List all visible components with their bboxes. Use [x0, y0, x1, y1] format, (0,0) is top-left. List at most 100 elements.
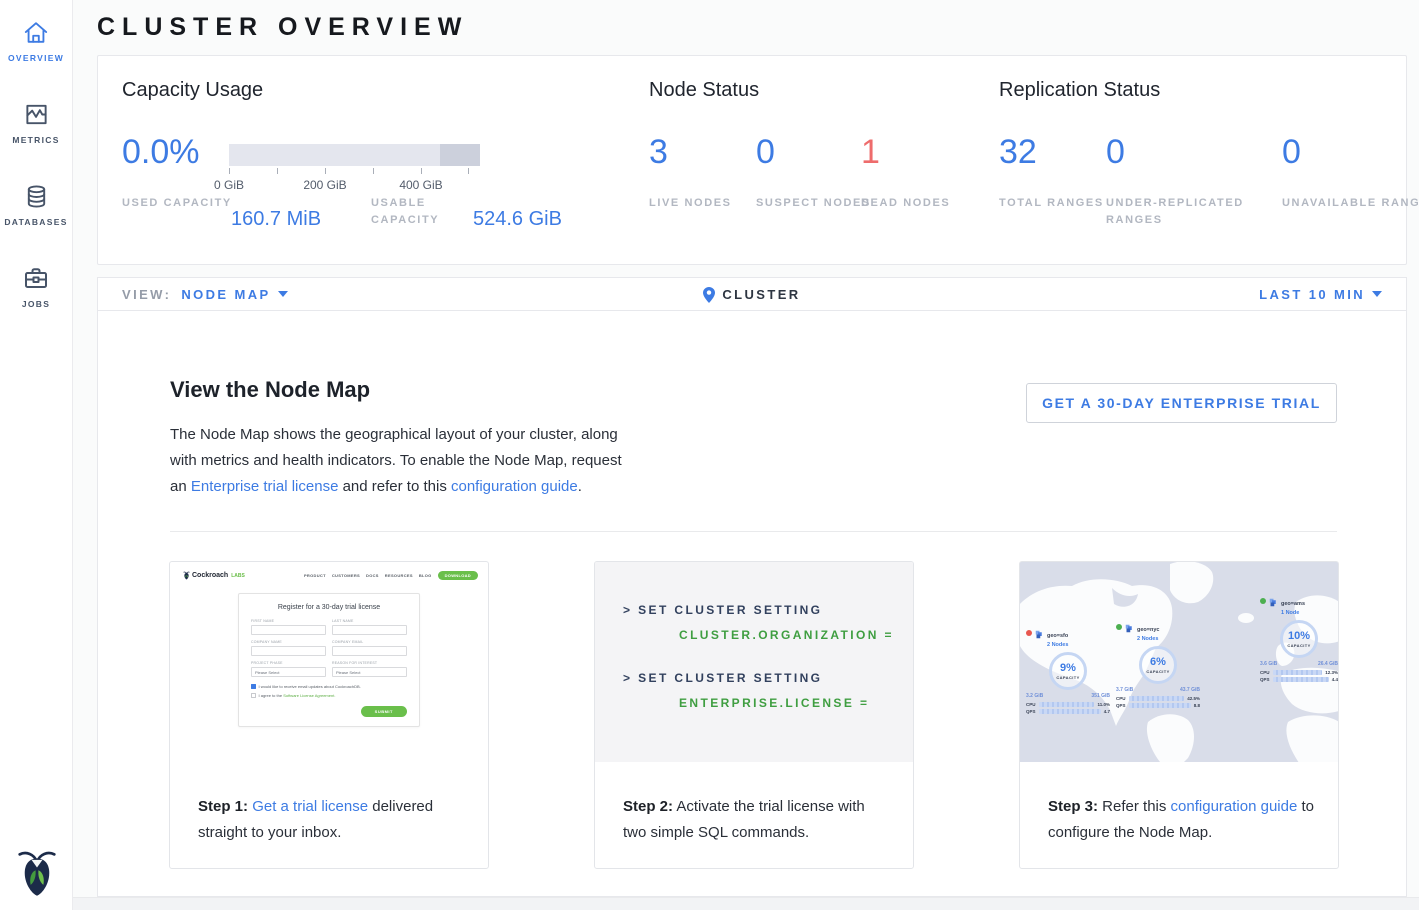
mini-logo-name: Cockroach [192, 572, 228, 579]
enterprise-trial-license-link[interactable]: Enterprise trial license [191, 478, 339, 495]
mini-field-label: COMPANY EMAIL [332, 640, 407, 644]
step-3-label: Step 3: [1048, 798, 1098, 815]
node-status-title: Node Status [649, 79, 759, 102]
cpu-sparkline [1273, 670, 1322, 675]
sql-command-line: > SET CLUSTER SETTING [623, 671, 913, 685]
mini-license-link: Software License Agreement. [283, 693, 335, 698]
node-capacity-percent: 6% [1150, 656, 1166, 668]
enterprise-trial-button[interactable]: GET A 30-DAY ENTERPRISE TRIAL [1026, 383, 1337, 423]
mini-select: Please Select [251, 667, 326, 677]
used-capacity-value: 160.7 MiB [231, 208, 321, 231]
step-1-label: Step 1: [198, 798, 248, 815]
mini-nav-item: DOCS [366, 573, 379, 578]
chevron-down-icon [278, 291, 288, 297]
mini-checkbox-label: I would like to receive email updates ab… [259, 684, 361, 689]
location-pin-icon [703, 287, 715, 303]
qps-value: 4.7 [1104, 709, 1110, 714]
capacity-donut: 10% CAPACITY [1280, 620, 1318, 658]
mini-select: Please Select [332, 667, 407, 677]
map-node-nyc: geo=nyc2 Nodes 6% CAPACITY 3.7 GiB43.7 G… [1116, 624, 1200, 708]
steps-row: Cockroach LABS PRODUCT CUSTOMERS DOCS RE… [169, 561, 1339, 869]
mini-checkbox-checked [251, 684, 256, 689]
node-capacity-percent: 10% [1288, 630, 1310, 642]
node-map-heading: View the Node Map [170, 377, 370, 403]
step-2-card: > SET CLUSTER SETTING CLUSTER.ORGANIZATI… [594, 561, 914, 869]
capacity-usage-title: Capacity Usage [122, 79, 263, 102]
cpu-sparkline [1129, 696, 1184, 701]
qps-sparkline [1039, 709, 1101, 714]
node-capacity-label: CAPACITY [1056, 675, 1079, 680]
node-used-capacity: 3.7 GiB [1116, 687, 1133, 693]
cpu-sparkline [1039, 702, 1094, 707]
capacity-used-percent: 0.0% [122, 133, 200, 172]
node-total-capacity: 43.7 GiB [1180, 687, 1200, 693]
cpu-label: CPU [1026, 702, 1036, 707]
cockroachdb-logo-icon [0, 848, 73, 898]
cpu-label: CPU [1260, 670, 1270, 675]
sidebar-item-jobs[interactable]: JOBS [0, 263, 72, 327]
mini-input [332, 646, 407, 656]
sidebar-item-databases[interactable]: DATABASES [0, 181, 72, 245]
description-text: and refer to this [338, 478, 451, 495]
step-1-card: Cockroach LABS PRODUCT CUSTOMERS DOCS RE… [169, 561, 489, 869]
dead-nodes-label: DEAD NODES [861, 195, 981, 212]
step-3-card: geo=sfo2 Nodes 9% CAPACITY 3.2 GiB351 Gi… [1019, 561, 1339, 869]
under-replicated-ranges-label: UNDER-REPLICATED RANGES [1106, 195, 1271, 229]
sidebar-item-overview[interactable]: OVERVIEW [0, 17, 72, 81]
mini-field-label: LAST NAME [332, 619, 407, 623]
mini-checkbox-unchecked [251, 693, 256, 698]
suspect-nodes-value: 0 [756, 133, 775, 172]
sql-command-line: > SET CLUSTER SETTING [623, 603, 913, 617]
mini-form-title: Register for a 30-day trial license [251, 604, 407, 611]
node-count-label: 2 Nodes [1137, 636, 1158, 642]
capacity-bar-tail [440, 144, 480, 166]
dead-nodes-value: 1 [861, 133, 880, 172]
axis-tick-400gib: 400 GiB [399, 178, 442, 192]
section-divider [170, 531, 1337, 532]
unavailable-ranges-label: UNAVAILABLE RANGES [1282, 195, 1419, 212]
mini-input [251, 646, 326, 656]
under-replicated-ranges-value: 0 [1106, 133, 1125, 172]
mini-nav-item: PRODUCT [304, 573, 326, 578]
capacity-bar [229, 144, 480, 166]
mini-input [332, 625, 407, 635]
node-capacity-label: CAPACITY [1287, 643, 1310, 648]
mini-field-label: REASON FOR INTEREST [332, 661, 407, 665]
suspect-nodes-label: SUSPECT NODES [756, 195, 876, 212]
step-1-screenshot: Cockroach LABS PRODUCT CUSTOMERS DOCS RE… [170, 562, 488, 762]
step-2-label: Step 2: [623, 798, 673, 815]
step-2-caption: Step 2: Activate the trial license with … [595, 762, 913, 846]
configuration-guide-link[interactable]: configuration guide [451, 478, 578, 495]
node-count-label: 2 Nodes [1047, 642, 1068, 648]
qps-value: 4.4 [1332, 677, 1338, 682]
qps-label: QPS [1260, 677, 1270, 682]
mini-download-button: DOWNLOAD [438, 571, 478, 580]
node-status-dot-green [1260, 598, 1266, 604]
sidebar-item-label: DATABASES [4, 217, 67, 227]
qps-label: QPS [1116, 703, 1126, 708]
sidebar-item-label: JOBS [22, 299, 50, 309]
sidebar-item-metrics[interactable]: METRICS [0, 99, 72, 163]
home-icon [23, 17, 49, 47]
step-3-text: Refer this [1098, 798, 1171, 815]
node-cubes-icon [1125, 624, 1134, 633]
sidebar-item-label: METRICS [12, 135, 59, 145]
capacity-donut: 6% CAPACITY [1139, 646, 1177, 684]
sidebar-item-label: OVERVIEW [8, 53, 64, 63]
cluster-summary-card: Capacity Usage 0.0% 0 GiB 200 GiB 400 Gi… [97, 55, 1407, 265]
jobs-icon [23, 263, 49, 293]
time-range-dropdown[interactable]: LAST 10 MIN [1259, 287, 1382, 302]
node-geo-label: geo=sfo [1047, 633, 1068, 639]
usable-capacity-value: 524.6 GiB [473, 208, 562, 231]
view-selector-dropdown[interactable]: NODE MAP [181, 287, 287, 302]
qps-label: QPS [1026, 709, 1036, 714]
mini-nav-item: RESOURCES [385, 573, 413, 578]
description-text: . [578, 478, 582, 495]
qps-sparkline [1129, 703, 1191, 708]
view-label: VIEW: [122, 287, 171, 302]
mini-field-label: COMPANY NAME [251, 640, 326, 644]
cockroach-bug-icon [183, 571, 190, 580]
chevron-down-icon [1372, 291, 1382, 297]
configuration-guide-link[interactable]: configuration guide [1171, 798, 1298, 815]
get-trial-license-link[interactable]: Get a trial license [252, 798, 368, 815]
